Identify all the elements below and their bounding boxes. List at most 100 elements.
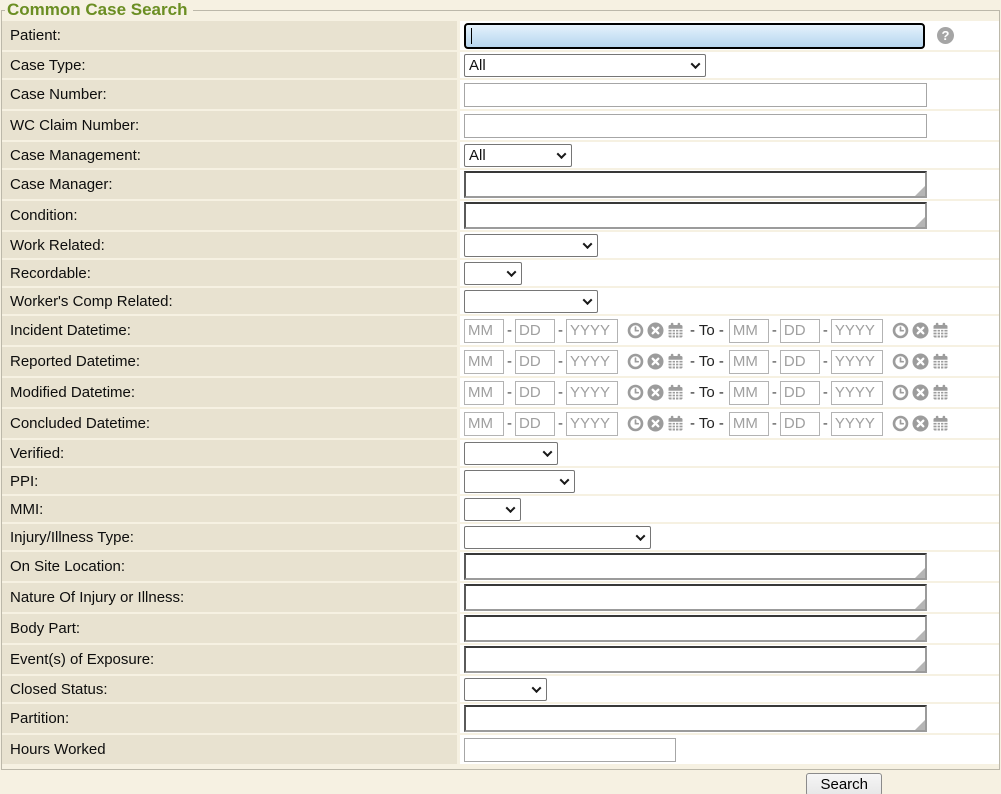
search-button[interactable]: Search: [806, 773, 882, 794]
resize-handle[interactable]: [915, 599, 925, 609]
resize-handle[interactable]: [915, 661, 925, 671]
body-part-textarea[interactable]: [464, 615, 927, 642]
concluded-datetime-to-dd-input[interactable]: [780, 412, 820, 436]
incident-datetime-from-mm-input[interactable]: [464, 319, 504, 343]
verified-select[interactable]: [464, 442, 558, 465]
work-related-select[interactable]: [464, 234, 598, 257]
resize-handle[interactable]: [915, 217, 925, 227]
case-management-select[interactable]: All: [464, 144, 572, 167]
resize-handle[interactable]: [915, 186, 925, 196]
modified-datetime-to-dd-input[interactable]: [780, 381, 820, 405]
concluded-datetime-from-mm-input[interactable]: [464, 412, 504, 436]
concluded-datetime-to-clear-icon[interactable]: [912, 415, 929, 432]
case-manager-textarea[interactable]: [464, 171, 927, 198]
incident-datetime-to-calendar-icon[interactable]: [932, 322, 949, 339]
case-type-select-value: All: [469, 57, 486, 74]
reported-datetime-from-clock-icon[interactable]: [627, 353, 644, 370]
nature-of-injury-or-illness-textarea[interactable]: [464, 584, 927, 611]
field-label-event-s-of-exposure: Event(s) of Exposure:: [2, 645, 457, 674]
field-cell-closed-status: [460, 676, 999, 702]
incident-datetime-to-mm-input[interactable]: [729, 319, 769, 343]
reported-datetime-from-clear-icon[interactable]: [647, 353, 664, 370]
row-concluded-datetime: Concluded Datetime:--- To ---: [2, 409, 999, 438]
event-s-of-exposure-textarea[interactable]: [464, 646, 927, 673]
reported-datetime-to-clock-icon[interactable]: [892, 353, 909, 370]
ppi-select[interactable]: [464, 470, 575, 493]
reported-datetime-from-mm-input[interactable]: [464, 350, 504, 374]
recordable-select[interactable]: [464, 262, 522, 285]
concluded-datetime-to-calendar-icon[interactable]: [932, 415, 949, 432]
incident-datetime-from-clock-icon[interactable]: [627, 322, 644, 339]
reported-datetime-from-yyyy-input[interactable]: [566, 350, 618, 374]
modified-datetime-from-clock-icon[interactable]: [627, 384, 644, 401]
incident-datetime-from-clear-icon[interactable]: [647, 322, 664, 339]
reported-datetime-to-calendar-icon[interactable]: [932, 353, 949, 370]
modified-datetime-from-calendar-icon[interactable]: [667, 384, 684, 401]
field-label-wc-claim-number: WC Claim Number:: [2, 111, 457, 140]
wc-claim-number-input[interactable]: [464, 114, 927, 138]
case-type-select[interactable]: All: [464, 54, 706, 77]
incident-datetime-from-dd-input[interactable]: [515, 319, 555, 343]
chevron-down-icon: [543, 447, 553, 457]
reported-datetime-to-dd-input[interactable]: [780, 350, 820, 374]
chevron-down-icon: [583, 239, 593, 249]
modified-datetime-to-mm-input[interactable]: [729, 381, 769, 405]
reported-datetime-to-clear-icon[interactable]: [912, 353, 929, 370]
field-label-case-management: Case Management:: [2, 142, 457, 168]
resize-handle[interactable]: [915, 568, 925, 578]
range-to-label: - To -: [690, 384, 724, 401]
concluded-datetime-from-icons: [627, 415, 684, 432]
patient-input[interactable]: [464, 23, 925, 49]
field-cell-patient: ?: [460, 21, 999, 50]
on-site-location-textarea[interactable]: [464, 553, 927, 580]
resize-handle[interactable]: [915, 630, 925, 640]
closed-status-select[interactable]: [464, 678, 547, 701]
concluded-datetime-from-calendar-icon[interactable]: [667, 415, 684, 432]
concluded-datetime-to-clock-icon[interactable]: [892, 415, 909, 432]
row-injury-illness-type: Injury/Illness Type:: [2, 524, 999, 550]
modified-datetime-to-yyyy-input[interactable]: [831, 381, 883, 405]
partition-textarea[interactable]: [464, 705, 927, 732]
modified-datetime-to-calendar-icon[interactable]: [932, 384, 949, 401]
concluded-datetime-from-clear-icon[interactable]: [647, 415, 664, 432]
worker-s-comp-related-select[interactable]: [464, 290, 598, 313]
modified-datetime-to-clock-icon[interactable]: [892, 384, 909, 401]
on-site-location-textarea-wrap: [464, 553, 927, 580]
field-label-worker-s-comp-related: Worker's Comp Related:: [2, 288, 457, 314]
row-work-related: Work Related:: [2, 232, 999, 258]
injury-illness-type-select[interactable]: [464, 526, 651, 549]
concluded-datetime-from-dd-input[interactable]: [515, 412, 555, 436]
field-label-modified-datetime: Modified Datetime:: [2, 378, 457, 407]
mmi-select[interactable]: [464, 498, 521, 521]
field-label-partition: Partition:: [2, 704, 457, 733]
modified-datetime-from-clear-icon[interactable]: [647, 384, 664, 401]
incident-datetime-from-yyyy-input[interactable]: [566, 319, 618, 343]
modified-datetime-from-mm-input[interactable]: [464, 381, 504, 405]
reported-datetime-from-calendar-icon[interactable]: [667, 353, 684, 370]
incident-datetime-to-clock-icon[interactable]: [892, 322, 909, 339]
field-label-case-manager: Case Manager:: [2, 170, 457, 199]
condition-textarea[interactable]: [464, 202, 927, 229]
resize-handle[interactable]: [915, 720, 925, 730]
modified-datetime-to-clear-icon[interactable]: [912, 384, 929, 401]
concluded-datetime-from-yyyy-input[interactable]: [566, 412, 618, 436]
field-cell-condition: [460, 201, 999, 230]
incident-datetime-from-calendar-icon[interactable]: [667, 322, 684, 339]
row-event-s-of-exposure: Event(s) of Exposure:: [2, 645, 999, 674]
reported-datetime-to-mm-input[interactable]: [729, 350, 769, 374]
modified-datetime-from-yyyy-input[interactable]: [566, 381, 618, 405]
help-icon[interactable]: ?: [937, 27, 954, 44]
incident-datetime-to-yyyy-input[interactable]: [831, 319, 883, 343]
reported-datetime-to-yyyy-input[interactable]: [831, 350, 883, 374]
concluded-datetime-to-yyyy-input[interactable]: [831, 412, 883, 436]
incident-datetime-to-dd-input[interactable]: [780, 319, 820, 343]
reported-datetime-from-dd-input[interactable]: [515, 350, 555, 374]
concluded-datetime-to-mm-input[interactable]: [729, 412, 769, 436]
modified-datetime-from-dd-input[interactable]: [515, 381, 555, 405]
hours-worked-input[interactable]: [464, 738, 676, 762]
concluded-datetime-from-clock-icon[interactable]: [627, 415, 644, 432]
incident-datetime-to-clear-icon[interactable]: [912, 322, 929, 339]
field-label-body-part: Body Part:: [2, 614, 457, 643]
case-number-input[interactable]: [464, 83, 927, 107]
row-ppi: PPI:: [2, 468, 999, 494]
